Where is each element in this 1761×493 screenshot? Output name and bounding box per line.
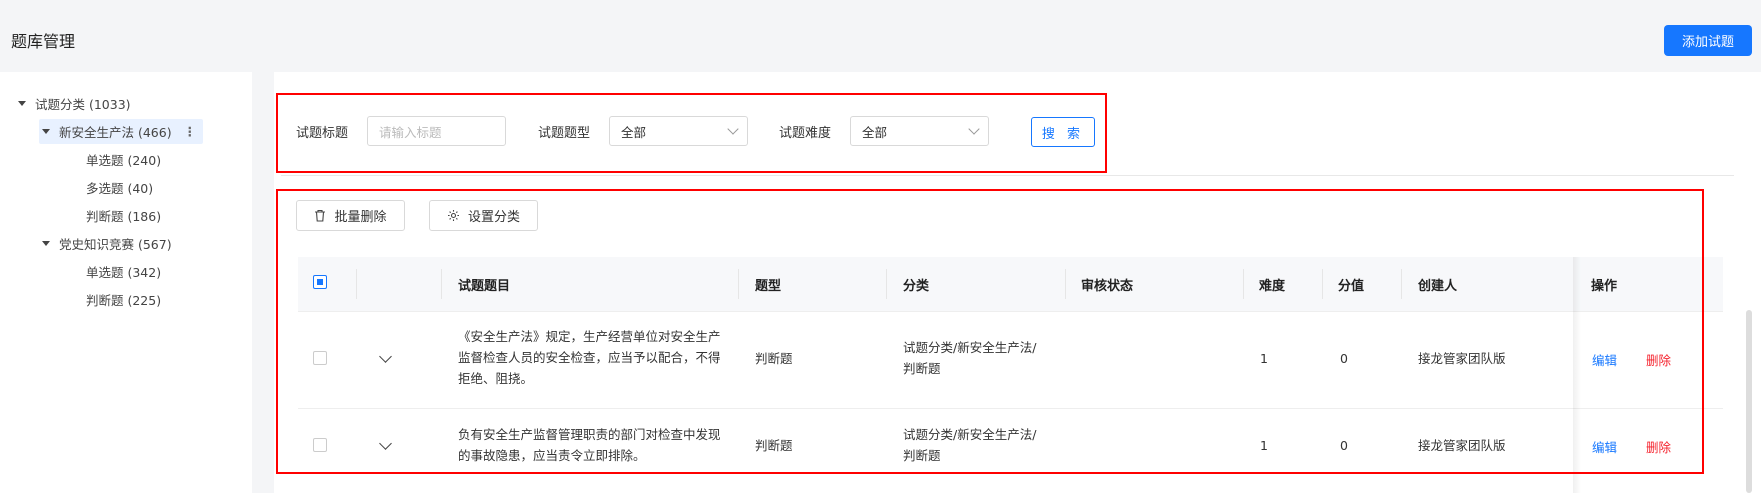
- row-creator: 接龙管家团队版: [1418, 351, 1506, 366]
- filter-divider: [281, 175, 1734, 176]
- tree-node-label: 判断题 (225): [86, 293, 162, 308]
- batch-delete-label: 批量删除: [334, 210, 387, 225]
- row-creator: 接龙管家团队版: [1418, 438, 1506, 453]
- header-score: 分值: [1338, 279, 1365, 294]
- tree-node-label: 单选题 (240): [86, 153, 162, 168]
- header-difficulty: 难度: [1259, 279, 1286, 294]
- difficulty-select[interactable]: 全部: [850, 116, 989, 146]
- tree-node-new-safety-law[interactable]: 新安全生产法 (466) ⋮: [39, 119, 204, 144]
- caret-down-icon[interactable]: [18, 101, 26, 106]
- column-separator: [1322, 269, 1323, 299]
- header-question: 试题题目: [458, 279, 511, 294]
- row-difficulty: 1: [1260, 438, 1268, 453]
- column-separator: [1401, 269, 1402, 299]
- difficulty-select-value: 全部: [862, 124, 888, 140]
- search-button[interactable]: 搜 索: [1031, 117, 1095, 147]
- row-question: 负有安全生产监督管理职责的部门对检查中发现的事故隐患，应当责令立即排除。: [458, 427, 721, 463]
- row-score: 0: [1340, 351, 1348, 366]
- tree-node-label: 新安全生产法 (466): [59, 125, 172, 140]
- edit-link[interactable]: 编辑: [1592, 350, 1617, 369]
- header-type: 题型: [755, 279, 782, 294]
- caret-down-icon[interactable]: [42, 241, 50, 246]
- table-header: [298, 257, 1723, 312]
- fixed-column-shadow: [1573, 257, 1581, 493]
- title-search-input[interactable]: 请输入标题: [367, 116, 506, 146]
- tree-node-single-choice[interactable]: 单选题 (240): [86, 150, 161, 169]
- column-separator: [886, 269, 887, 299]
- edit-link[interactable]: 编辑: [1592, 437, 1617, 456]
- type-select[interactable]: 全部: [609, 116, 748, 146]
- row-question: 《安全生产法》规定，生产经营单位对安全生产监督检查人员的安全检查，应当予以配合，…: [458, 329, 721, 386]
- tree-node-label: 判断题 (186): [86, 209, 162, 224]
- tree-node-single-choice-2[interactable]: 单选题 (342): [86, 262, 161, 281]
- tree-node-root[interactable]: 试题分类 (1033): [18, 94, 131, 113]
- difficulty-filter-label: 试题难度: [779, 126, 832, 141]
- tree-node-multi-choice[interactable]: 多选题 (40): [86, 178, 153, 197]
- header-review-status: 审核状态: [1081, 279, 1134, 294]
- tree-node-true-false[interactable]: 判断题 (186): [86, 206, 161, 225]
- trash-icon: [315, 209, 326, 222]
- set-category-button[interactable]: 设置分类: [429, 200, 538, 231]
- row-divider: [298, 408, 1723, 409]
- column-separator: [441, 269, 442, 299]
- set-category-label: 设置分类: [467, 210, 520, 225]
- tree-node-label: 单选题 (342): [86, 265, 162, 280]
- more-vertical-icon[interactable]: ⋮: [184, 124, 196, 139]
- row-category: 试题分类/新安全生产法/判断题: [903, 427, 1037, 463]
- row-score: 0: [1340, 438, 1348, 453]
- batch-delete-button[interactable]: 批量删除: [296, 200, 405, 231]
- header-creator: 创建人: [1418, 279, 1458, 294]
- select-all-checkbox[interactable]: [313, 275, 327, 289]
- column-separator: [1065, 269, 1066, 299]
- vertical-scrollbar[interactable]: [1746, 310, 1752, 493]
- chevron-down-icon: [727, 123, 739, 135]
- row-difficulty: 1: [1260, 351, 1268, 366]
- tree-node-party-history[interactable]: 党史知识竞赛 (567): [42, 234, 172, 253]
- page-title: 题库管理: [11, 32, 76, 51]
- tree-node-label: 党史知识竞赛 (567): [59, 237, 172, 252]
- gear-icon: [447, 210, 459, 221]
- delete-link[interactable]: 删除: [1646, 350, 1671, 369]
- row-type: 判断题: [755, 438, 793, 453]
- add-question-button[interactable]: 添加试题: [1664, 25, 1752, 56]
- tree-node-label: 试题分类 (1033): [35, 97, 131, 112]
- delete-link[interactable]: 删除: [1646, 437, 1671, 456]
- tree-node-label: 多选题 (40): [86, 181, 154, 196]
- row-checkbox[interactable]: [313, 351, 327, 365]
- type-select-value: 全部: [621, 124, 647, 140]
- header-actions: 操作: [1591, 279, 1618, 294]
- column-separator: [738, 269, 739, 299]
- header-category: 分类: [903, 279, 930, 294]
- tree-node-true-false-2[interactable]: 判断题 (225): [86, 290, 161, 309]
- column-separator: [1243, 269, 1244, 299]
- column-separator: [356, 269, 357, 299]
- type-filter-label: 试题题型: [538, 126, 591, 141]
- row-type: 判断题: [755, 351, 793, 366]
- chevron-down-icon: [968, 123, 980, 135]
- caret-down-icon[interactable]: [42, 129, 50, 134]
- row-checkbox[interactable]: [313, 438, 327, 452]
- title-filter-label: 试题标题: [296, 126, 349, 141]
- row-category: 试题分类/新安全生产法/判断题: [903, 340, 1037, 376]
